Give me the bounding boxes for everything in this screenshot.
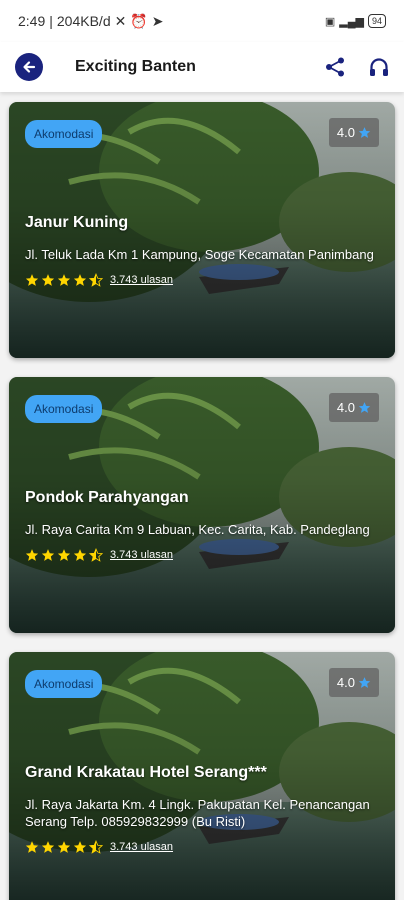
place-list[interactable]: Akomodasi 4.0 Janur Kuning Jl. Teluk Lad…	[0, 92, 404, 900]
star-icon	[358, 402, 371, 413]
alarm-icon: ⏰	[130, 12, 148, 29]
star-icon	[57, 841, 71, 853]
place-address: Jl. Teluk Lada Km 1 Kampung, Soge Kecama…	[25, 247, 374, 262]
place-card[interactable]: Akomodasi 4.0 Grand Krakatau Hotel Seran…	[9, 652, 395, 900]
rating-value: 4.0	[336, 400, 355, 415]
signal-icon: ▂▄▆	[339, 15, 364, 28]
rating-value: 4.0	[336, 125, 355, 140]
arrow-left-icon	[23, 61, 36, 73]
star-icon	[41, 274, 55, 286]
star-icon	[41, 549, 55, 561]
star-icon	[73, 841, 87, 853]
sim-icon: ▣	[324, 15, 336, 28]
headset-icon[interactable]	[368, 56, 390, 78]
star-rating	[25, 548, 103, 562]
back-button[interactable]	[15, 53, 43, 81]
star-half-icon	[89, 548, 103, 562]
star-icon	[73, 274, 87, 286]
star-rating	[25, 840, 103, 854]
network-speed: 204KB/d	[56, 13, 111, 29]
place-address: Jl. Raya Carita Km 9 Labuan, Kec. Carita…	[25, 522, 370, 537]
place-address: Jl. Raya Jakarta Km. 4 Lingk. Pakupatan …	[25, 797, 370, 829]
telegram-icon: ➤	[151, 12, 164, 29]
status-time: 2:49	[18, 13, 46, 29]
category-badge: Akomodasi	[25, 395, 103, 423]
mute-icon: ✕	[114, 12, 127, 29]
star-icon	[57, 274, 71, 286]
page-title: Exciting Banten	[75, 58, 196, 75]
star-icon	[57, 549, 71, 561]
rating-badge: 4.0	[328, 118, 379, 147]
rating-value: 4.0	[336, 675, 355, 690]
place-name: Pondok Parahyangan	[25, 489, 189, 506]
rating-badge: 4.0	[328, 668, 379, 697]
rating-badge: 4.0	[328, 393, 379, 422]
star-icon	[25, 274, 39, 286]
star-icon	[358, 127, 371, 138]
category-badge: Akomodasi	[25, 670, 103, 698]
status-bar: 2:49 | 204KB/d ✕ ⏰ ➤ ▣ ▂▄▆ 94	[0, 0, 404, 42]
app-bar: Exciting Banten	[0, 42, 404, 92]
star-icon	[25, 549, 39, 561]
battery-icon: 94	[367, 14, 386, 28]
place-name: Janur Kuning	[25, 214, 129, 231]
star-icon	[41, 841, 55, 853]
share-icon[interactable]	[324, 56, 346, 78]
star-icon	[73, 549, 87, 561]
place-card[interactable]: Akomodasi 4.0 Pondok Parahyangan Jl. Ray…	[9, 377, 395, 633]
star-half-icon	[89, 840, 103, 854]
reviews-link[interactable]: 3.743 ulasan	[110, 841, 173, 853]
star-icon	[358, 677, 371, 688]
reviews-link[interactable]: 3.743 ulasan	[110, 274, 173, 286]
category-badge: Akomodasi	[25, 120, 103, 148]
reviews-link[interactable]: 3.743 ulasan	[110, 549, 173, 561]
place-name: Grand Krakatau Hotel Serang***	[25, 764, 267, 781]
star-half-icon	[89, 273, 103, 287]
place-card[interactable]: Akomodasi 4.0 Janur Kuning Jl. Teluk Lad…	[9, 102, 395, 358]
star-rating	[25, 273, 103, 287]
star-icon	[25, 841, 39, 853]
